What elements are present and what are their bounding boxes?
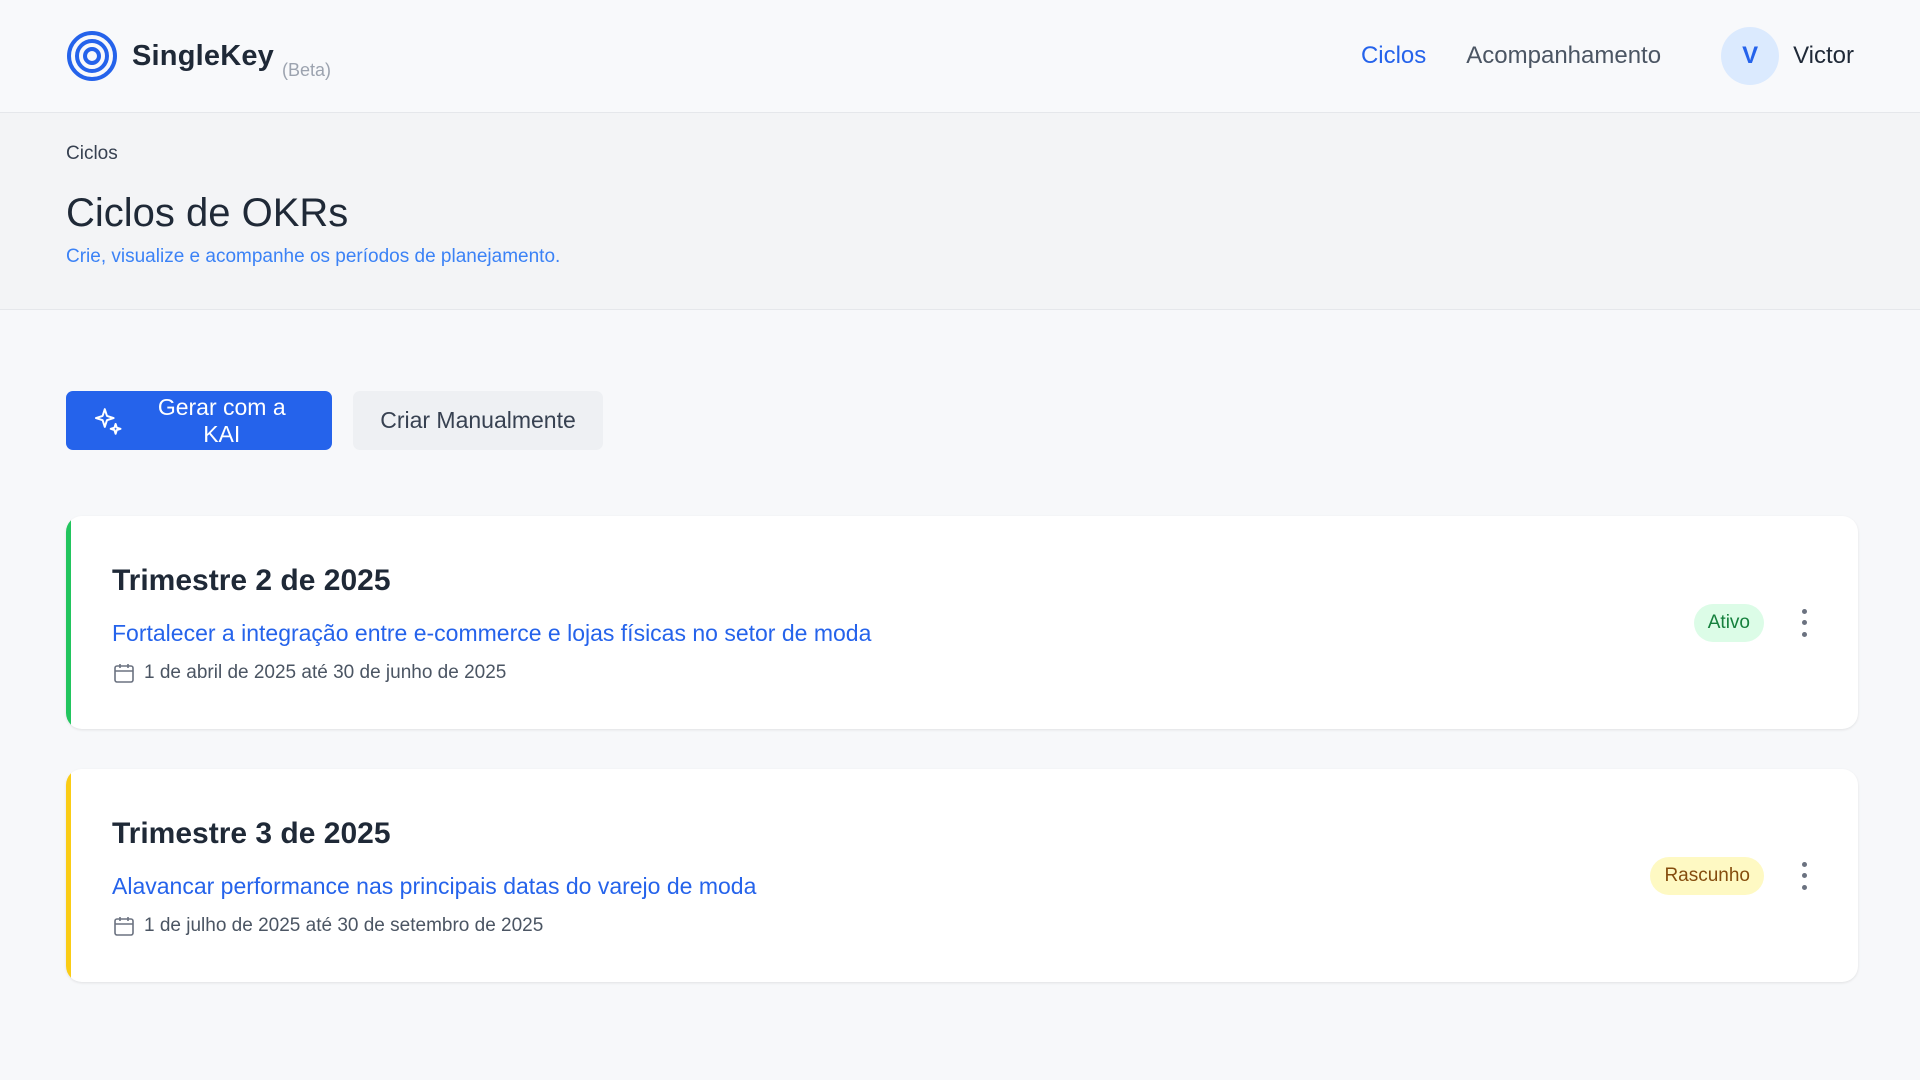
cycle-dates-text: 1 de abril de 2025 até 30 de junho de 20… [144, 662, 507, 683]
cycle-card-actions: Ativo [1693, 516, 1814, 729]
cycle-card-actions: Rascunho [1650, 769, 1814, 982]
user-menu[interactable]: V Victor [1721, 27, 1854, 85]
calendar-icon [114, 664, 134, 683]
page-title: Ciclos de OKRs [66, 191, 349, 235]
main-nav: Ciclos Acompanhamento V Victor [1321, 27, 1854, 85]
breadcrumb: Ciclos [66, 143, 118, 164]
page-header: Ciclos Ciclos de OKRs Crie, visualize e … [0, 113, 1920, 310]
avatar[interactable]: V [1721, 27, 1780, 85]
cycle-card[interactable]: Trimestre 2 de 2025 Fortalecer a integra… [66, 516, 1858, 729]
actions-bar: Gerar com a KAI Criar Manualmente [0, 310, 1920, 450]
generate-with-kai-button[interactable]: Gerar com a KAI [66, 391, 332, 450]
create-manually-button[interactable]: Criar Manualmente [353, 391, 603, 450]
cycle-dates-text: 1 de julho de 2025 até 30 de setembro de… [144, 915, 544, 936]
cycle-dates: 1 de abril de 2025 até 30 de junho de 20… [112, 661, 1858, 685]
cycle-objective[interactable]: Alavancar performance nas principais dat… [112, 873, 1858, 900]
user-name[interactable]: Victor [1793, 42, 1854, 70]
cycle-title: Trimestre 3 de 2025 [112, 817, 391, 850]
more-options-icon[interactable] [1794, 607, 1814, 639]
brand-beta-label: (Beta) [282, 60, 332, 80]
status-badge: Ativo [1693, 603, 1764, 642]
nav-link-ciclos[interactable]: Ciclos [1361, 42, 1426, 70]
cycles-list: Trimestre 2 de 2025 Fortalecer a integra… [0, 450, 1920, 982]
nav-link-acompanhamento[interactable]: Acompanhamento [1466, 42, 1661, 70]
cycle-status-accent [66, 516, 71, 729]
cycle-objective[interactable]: Fortalecer a integração entre e-commerce… [112, 620, 1858, 647]
cycle-dates: 1 de julho de 2025 até 30 de setembro de… [112, 914, 1858, 938]
top-navbar: SingleKey (Beta) Ciclos Acompanhamento V… [0, 0, 1920, 113]
status-badge: Rascunho [1650, 856, 1764, 895]
brand[interactable]: SingleKey (Beta) [66, 30, 331, 82]
page-subtitle: Crie, visualize e acompanhe os períodos … [66, 246, 561, 267]
cycle-title: Trimestre 2 de 2025 [112, 564, 391, 597]
generate-with-kai-label: Gerar com a KAI [157, 393, 286, 447]
sparkles-icon [94, 407, 122, 435]
cycle-status-accent [66, 769, 71, 982]
cycle-card[interactable]: Trimestre 3 de 2025 Alavancar performanc… [66, 769, 1858, 982]
brand-name: SingleKey [132, 39, 275, 72]
more-options-icon[interactable] [1794, 860, 1814, 892]
calendar-icon [114, 917, 134, 936]
target-icon [67, 31, 117, 81]
